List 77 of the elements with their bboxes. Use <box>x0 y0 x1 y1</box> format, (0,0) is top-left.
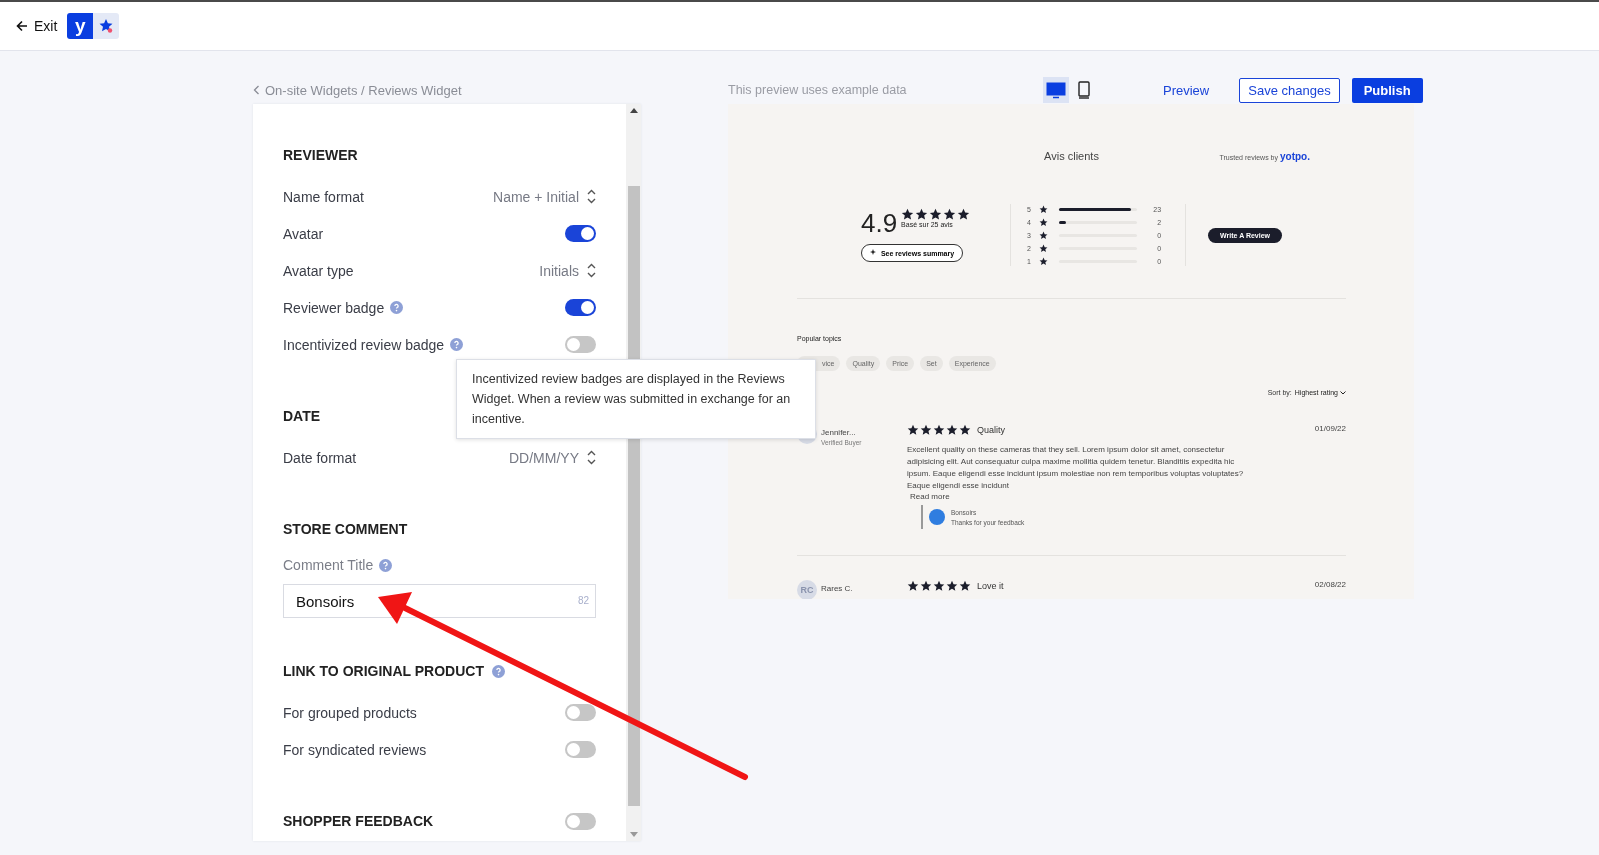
toggle-switch[interactable] <box>565 812 596 830</box>
select-dropdown[interactable]: Initials <box>539 262 596 279</box>
toggle-switch[interactable] <box>565 741 596 758</box>
chevron-left-icon <box>253 85 260 95</box>
sort-chevron-icon <box>587 189 596 204</box>
toggle-switch[interactable] <box>565 704 596 721</box>
star-icon <box>929 208 943 221</box>
average-rating: 4.9 <box>860 208 898 238</box>
setting-label: For grouped products <box>283 704 417 721</box>
star-icon <box>1039 256 1049 266</box>
star-icon <box>901 208 915 221</box>
star-icon <box>943 208 957 221</box>
setting-label: Date format <box>283 449 357 466</box>
setting-label: Name format <box>283 188 364 205</box>
star-icon <box>907 580 919 592</box>
review-title: Quality <box>977 425 1005 435</box>
avatar: RC <box>797 580 817 599</box>
reviewer-name: Rares C. <box>821 584 853 593</box>
star-icon <box>1039 204 1049 214</box>
store-avatar <box>929 509 945 525</box>
setting-label: Avatar type <box>283 262 354 279</box>
sparkle-icon <box>869 249 878 257</box>
scroll-up-icon[interactable] <box>629 108 638 113</box>
preview-link[interactable]: Preview <box>1157 81 1216 99</box>
toggle-switch[interactable] <box>565 225 596 242</box>
help-icon[interactable] <box>379 558 393 572</box>
reviewer-name: Jennifer... <box>821 428 857 437</box>
read-more-link[interactable]: Read more <box>910 492 950 501</box>
select-dropdown[interactable]: DD/MM/YY <box>509 449 596 466</box>
help-icon[interactable] <box>491 664 505 678</box>
review-text: Excellent quality on these cameras that they sell. Lorem ipsum dolor sit amet, consectetur adipisicing elit. Aut consequatur culpa maxime mollitia quidem tenetur. Blanditiis expedita hic ipsum. Eaque eligendi esse incidunt ipsum molestiae non rem temporibus voluptas voluptates? Eaque eligendi esse incidunt <box>907 444 1245 492</box>
scroll-down-icon[interactable] <box>629 832 638 837</box>
preview-note: This preview uses example data <box>728 83 908 97</box>
star-icon <box>933 580 945 592</box>
exit-button[interactable]: Exit <box>14 16 60 36</box>
toggle-switch[interactable] <box>565 336 596 353</box>
section-heading: LINK TO ORIGINAL PRODUCT <box>283 663 484 679</box>
star-icon <box>946 424 958 436</box>
section-heading: SHOPPER FEEDBACK <box>283 813 434 829</box>
star-icon <box>920 424 932 436</box>
review-date: 01/09/22 <box>1314 424 1346 435</box>
review-date: 02/08/22 <box>1314 580 1346 591</box>
setting-label: Incentivized review badge <box>283 336 445 353</box>
character-count: 82 <box>577 595 589 606</box>
star-icon <box>933 424 945 436</box>
select-dropdown[interactable]: Name + Initial <box>493 188 596 205</box>
sort-chevron-icon <box>587 263 596 278</box>
section-heading: REVIEWER <box>283 147 358 163</box>
widget-title: Avis clients <box>1044 150 1099 162</box>
app-logo[interactable]: y <box>67 13 94 39</box>
star-icon <box>959 580 971 592</box>
section-heading: STORE COMMENT <box>283 521 408 537</box>
star-icon <box>907 424 919 436</box>
publish-button[interactable]: Publish <box>1351 77 1423 103</box>
section-heading: DATE <box>283 408 321 424</box>
star-icon <box>1039 217 1049 227</box>
desktop-icon[interactable] <box>1043 77 1069 103</box>
toggle-switch[interactable] <box>565 299 596 316</box>
field-label: Comment Title <box>283 557 374 573</box>
tooltip: Incentivized review badges are displayed in the Reviews Widget. When a review was submitted in exchange for an incentive. <box>456 359 816 439</box>
help-icon[interactable] <box>390 301 404 314</box>
star-icon <box>1039 243 1049 253</box>
setting-label: Avatar <box>283 225 324 242</box>
star-icon <box>946 580 958 592</box>
star-icon <box>915 208 929 221</box>
sort-chevron-icon <box>587 450 596 465</box>
save-changes-button[interactable]: Save changes <box>1239 77 1340 103</box>
star-icon <box>957 208 971 221</box>
star-icon <box>959 424 971 436</box>
star-icon <box>920 580 932 592</box>
chevron-down-icon <box>1340 390 1346 395</box>
help-icon[interactable] <box>450 338 464 351</box>
setting-label: Reviewer badge <box>283 299 385 316</box>
review-title: Love it <box>977 581 1004 591</box>
arrow-left-icon <box>16 20 28 32</box>
star-icon <box>1039 230 1049 240</box>
setting-label: For syndicated reviews <box>283 741 427 758</box>
